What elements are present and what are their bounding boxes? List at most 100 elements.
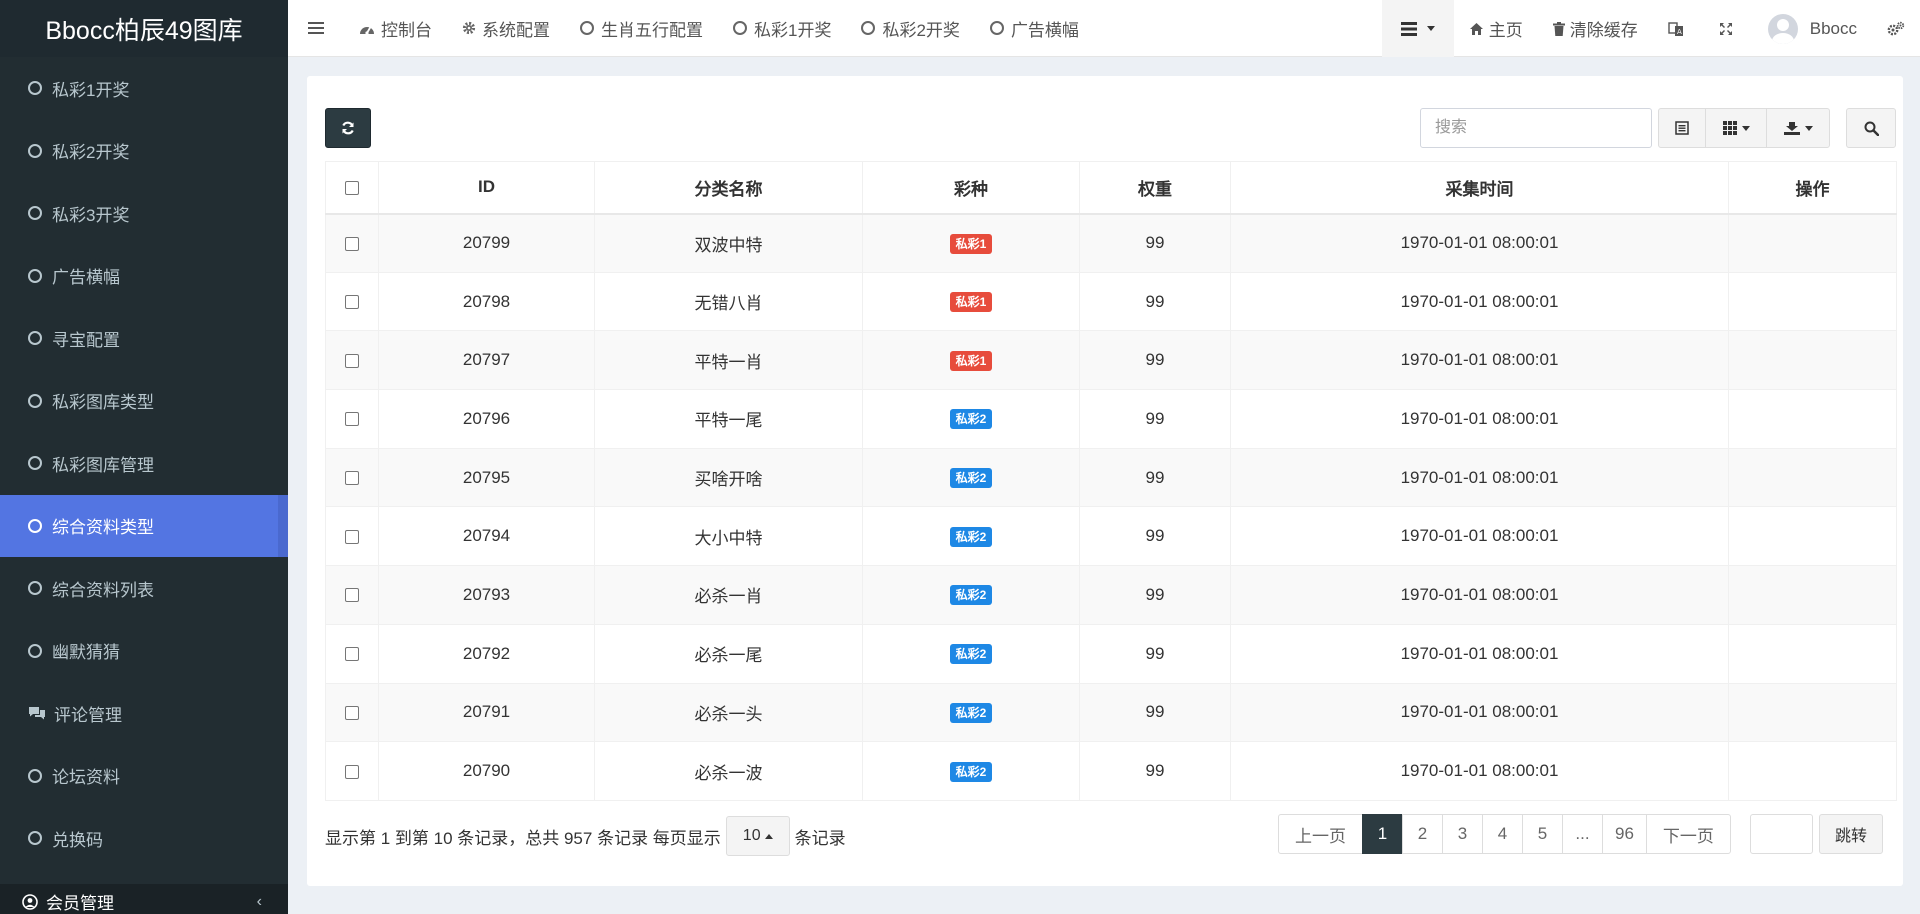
fullscreen-button[interactable] [1704,0,1753,57]
sidebar-item-6[interactable]: 私彩图库管理 [0,432,288,495]
search-icon [1864,121,1879,136]
app-logo[interactable]: Bbocc柏辰49图库 [0,0,288,57]
control-sidebar-button[interactable] [1872,0,1920,57]
cell-id: 20795 [378,447,595,508]
table-row[interactable]: 20792 必杀一尾 私彩2 99 1970-01-01 08:00:01 [325,623,1897,684]
sidebar-item-5[interactable]: 私彩图库类型 [0,370,288,433]
row-checkbox[interactable] [345,236,359,251]
next-page-button[interactable]: 下一页 [1645,814,1731,854]
export-button[interactable] [1766,108,1830,148]
username: Bbocc [1809,18,1857,38]
row-checkbox[interactable] [345,353,359,368]
sidebar-item-0[interactable]: 私彩1开奖 [0,57,288,120]
row-checkbox[interactable] [345,588,359,603]
nav-tab-2[interactable]: 生肖五行配置 [565,0,718,57]
table-row[interactable]: 20790 必杀一波 私彩2 99 1970-01-01 08:00:01 [325,741,1897,801]
row-checkbox[interactable] [345,471,359,486]
home-link[interactable]: 主页 [1454,0,1538,57]
page-jump-button[interactable]: 跳转 [1819,814,1883,854]
sidebar-group-member[interactable]: 会员管理 ‹ [0,884,288,914]
nav-tab-5[interactable]: 广告横幅 [975,0,1094,57]
hamburger-icon [308,22,324,34]
sidebar-item-2[interactable]: 私彩3开奖 [0,182,288,245]
sidebar-item-1[interactable]: 私彩2开奖 [0,120,288,183]
cell-time: 1970-01-01 08:00:01 [1230,447,1729,508]
column-header-time[interactable]: 采集时间 [1230,161,1729,215]
cell-id: 20799 [378,213,595,273]
page-jump-input[interactable] [1750,814,1813,854]
nav-tab-label: 广告横幅 [1010,20,1079,40]
table-row[interactable]: 20795 买啥开啥 私彩2 99 1970-01-01 08:00:01 [325,447,1897,508]
page-button-2[interactable]: 3 [1442,814,1483,854]
refresh-icon [342,121,354,135]
row-checkbox[interactable] [345,764,359,779]
page-button-5[interactable]: ... [1562,814,1603,854]
sidebar-item-3[interactable]: 广告横幅 [0,245,288,308]
cell-type: 私彩2 [862,682,1080,743]
page-button-1[interactable]: 2 [1402,814,1443,854]
column-header-name[interactable]: 分类名称 [594,161,863,215]
table-row[interactable]: 20799 双波中特 私彩1 99 1970-01-01 08:00:01 [325,213,1897,273]
sidebar-item-10[interactable]: 评论管理 [0,682,288,745]
download-icon [1783,122,1800,135]
sidebar-item-8[interactable]: 综合资料列表 [0,557,288,620]
search-button[interactable] [1846,108,1896,148]
language-button[interactable]: A [1653,0,1704,57]
nav-tab-1[interactable]: 系统配置 [447,0,565,57]
columns-button[interactable] [1705,108,1767,148]
right-nav: 主页 清除缓存 A Bbocc [1381,0,1920,57]
row-checkbox[interactable] [345,412,359,427]
table-row[interactable]: 20796 平特一尾 私彩2 99 1970-01-01 08:00:01 [325,389,1897,449]
caret-up-icon [764,833,773,839]
table-row[interactable]: 20793 必杀一肖 私彩2 99 1970-01-01 08:00:01 [325,565,1897,625]
refresh-button[interactable] [325,108,371,148]
table-row[interactable]: 20798 无错八肖 私彩1 99 1970-01-01 08:00:01 [325,271,1897,332]
cell-id: 20792 [378,623,595,684]
sidebar-item-label: 私彩图库管理 [52,455,154,475]
row-checkbox[interactable] [345,295,359,310]
circle-icon [989,21,1004,35]
column-header-weight[interactable]: 权重 [1079,161,1231,215]
sidebar-item-9[interactable]: 幽默猜猜 [0,620,288,683]
sidebar-item-7[interactable]: 综合资料类型 [0,494,288,557]
table-row[interactable]: 20791 必杀一头 私彩2 99 1970-01-01 08:00:01 [325,682,1897,743]
column-header-id[interactable]: ID [378,161,595,215]
sidebar-item-label: 私彩2开奖 [52,143,130,163]
page-button-0[interactable]: 1 [1362,814,1403,854]
nav-tab-3[interactable]: 私彩1开奖 [718,0,846,57]
row-checkbox[interactable] [345,529,359,544]
page-button-3[interactable]: 4 [1482,814,1523,854]
type-badge: 私彩2 [949,409,993,430]
cell-name: 必杀一尾 [594,623,863,684]
row-checkbox[interactable] [345,647,359,662]
cell-time: 1970-01-01 08:00:01 [1230,330,1729,391]
page-size-select[interactable]: 10 [725,816,790,856]
sidebar-item-11[interactable]: 论坛资料 [0,745,288,808]
circle-icon [28,768,42,783]
sidebar-item-12[interactable]: 兑换码 [0,807,288,870]
prev-page-button[interactable]: 上一页 [1278,814,1363,854]
nav-tab-0[interactable]: 控制台 [344,0,447,57]
clear-cache-button[interactable]: 清除缓存 [1538,0,1653,57]
sidebar-item-4[interactable]: 寻宝配置 [0,307,288,370]
cell-actions [1728,271,1897,332]
search-input[interactable] [1420,108,1652,148]
type-badge: 私彩2 [949,585,993,606]
multi-tab-menu-button[interactable] [1381,0,1454,57]
user-menu[interactable]: Bbocc [1753,0,1872,57]
sidebar-toggle-button[interactable] [288,0,344,57]
table-row[interactable]: 20794 大小中特 私彩2 99 1970-01-01 08:00:01 [325,506,1897,567]
nav-tab-4[interactable]: 私彩2开奖 [846,0,974,57]
page-button-4[interactable]: 5 [1522,814,1563,854]
sidebar-menu: 私彩1开奖私彩2开奖私彩3开奖 广告横幅 寻宝配置 私彩图库类型私彩图库管理综合资料类… [0,57,288,870]
list-icon [1400,21,1417,36]
row-select-cell [325,389,379,449]
cell-name: 必杀一头 [594,682,863,743]
table-row[interactable]: 20797 平特一肖 私彩1 99 1970-01-01 08:00:01 [325,330,1897,391]
select-all-checkbox[interactable] [345,180,359,195]
cell-weight: 99 [1079,330,1231,391]
column-header-type[interactable]: 彩种 [862,161,1080,215]
toggle-view-button[interactable] [1658,108,1706,148]
row-checkbox[interactable] [345,705,359,720]
page-button-6[interactable]: 96 [1602,814,1647,854]
